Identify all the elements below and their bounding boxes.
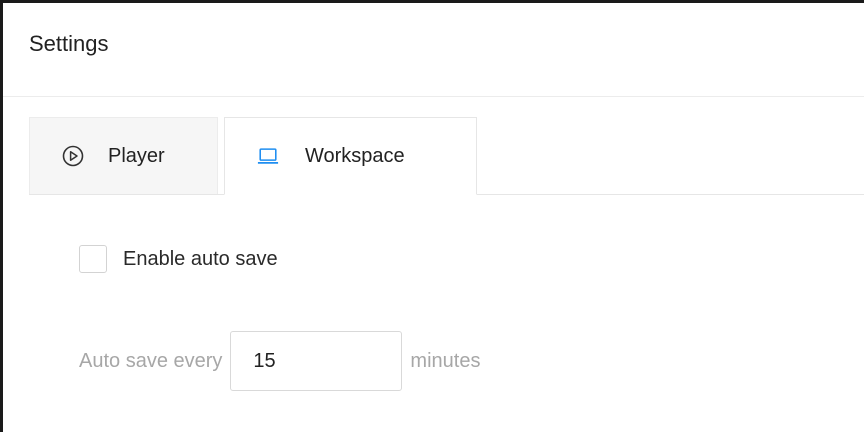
- tab-workspace[interactable]: Workspace: [224, 117, 477, 195]
- auto-save-option[interactable]: Enable auto save: [79, 245, 278, 273]
- play-circle-icon: [62, 145, 84, 167]
- settings-tabs: Player Workspace: [29, 117, 864, 195]
- auto-save-interval: Auto save every minutes: [79, 331, 480, 391]
- settings-window: Settings Player Workspace Enable auto sa…: [0, 0, 864, 432]
- laptop-icon: [257, 145, 279, 167]
- settings-header: Settings: [3, 3, 864, 97]
- interval-minutes-input[interactable]: [230, 331, 403, 391]
- tab-player-label: Player: [108, 144, 165, 167]
- workspace-panel: Enable auto save Auto save every minutes: [3, 195, 864, 435]
- tab-workspace-label: Workspace: [305, 144, 405, 167]
- auto-save-checkbox[interactable]: [79, 245, 107, 273]
- auto-save-label: Enable auto save: [123, 247, 278, 270]
- tab-player[interactable]: Player: [29, 117, 218, 194]
- interval-suffix-label: minutes: [410, 349, 481, 372]
- interval-prefix-label: Auto save every: [79, 349, 223, 372]
- page-title: Settings: [29, 31, 109, 56]
